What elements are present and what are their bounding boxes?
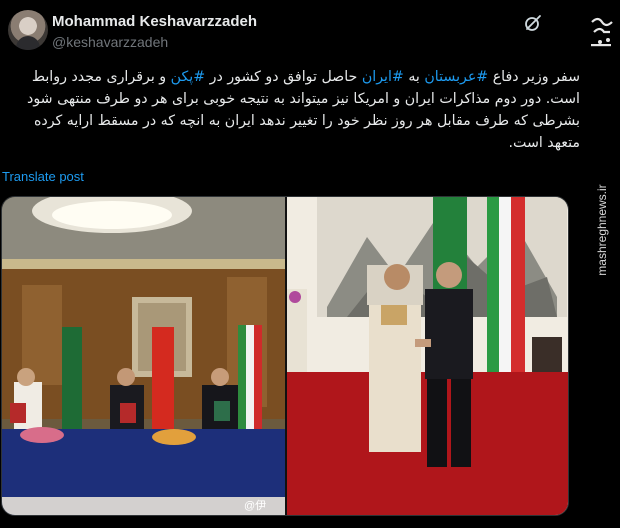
weibo-credit: @伊: [244, 500, 267, 512]
post-text: سفر وزیر دفاع #عربستان به #ایران حاصل تو…: [2, 66, 580, 154]
watermark-strip: mashreghnews.ir: [580, 0, 620, 528]
hashtag-link[interactable]: #ایران: [362, 69, 404, 85]
hashtag-link[interactable]: #عربستان: [424, 69, 488, 85]
author-handle[interactable]: @keshavarzzadeh: [52, 34, 168, 50]
translate-post-link[interactable]: Translate post: [2, 169, 84, 184]
post-header: Mohammad Keshavarzzadeh @keshavarzzadeh: [0, 0, 580, 62]
handshake-photo[interactable]: [287, 197, 569, 516]
post-text-segment: سفر وزیر دفاع: [488, 69, 580, 85]
watermark-site: mashreghnews.ir: [595, 184, 609, 276]
hashtag-link[interactable]: #پکن: [171, 69, 205, 85]
author-name[interactable]: Mohammad Keshavarzzadeh: [52, 13, 257, 30]
mashregh-logo: [591, 17, 613, 47]
post-text-segment: به: [403, 69, 425, 85]
grok-icon[interactable]: [524, 14, 542, 32]
post-text-segment: حاصل توافق دو کشور در: [205, 69, 362, 85]
post-media[interactable]: @伊: [1, 196, 569, 516]
avatar[interactable]: [8, 10, 48, 50]
signing-ceremony-photo[interactable]: [2, 197, 285, 516]
